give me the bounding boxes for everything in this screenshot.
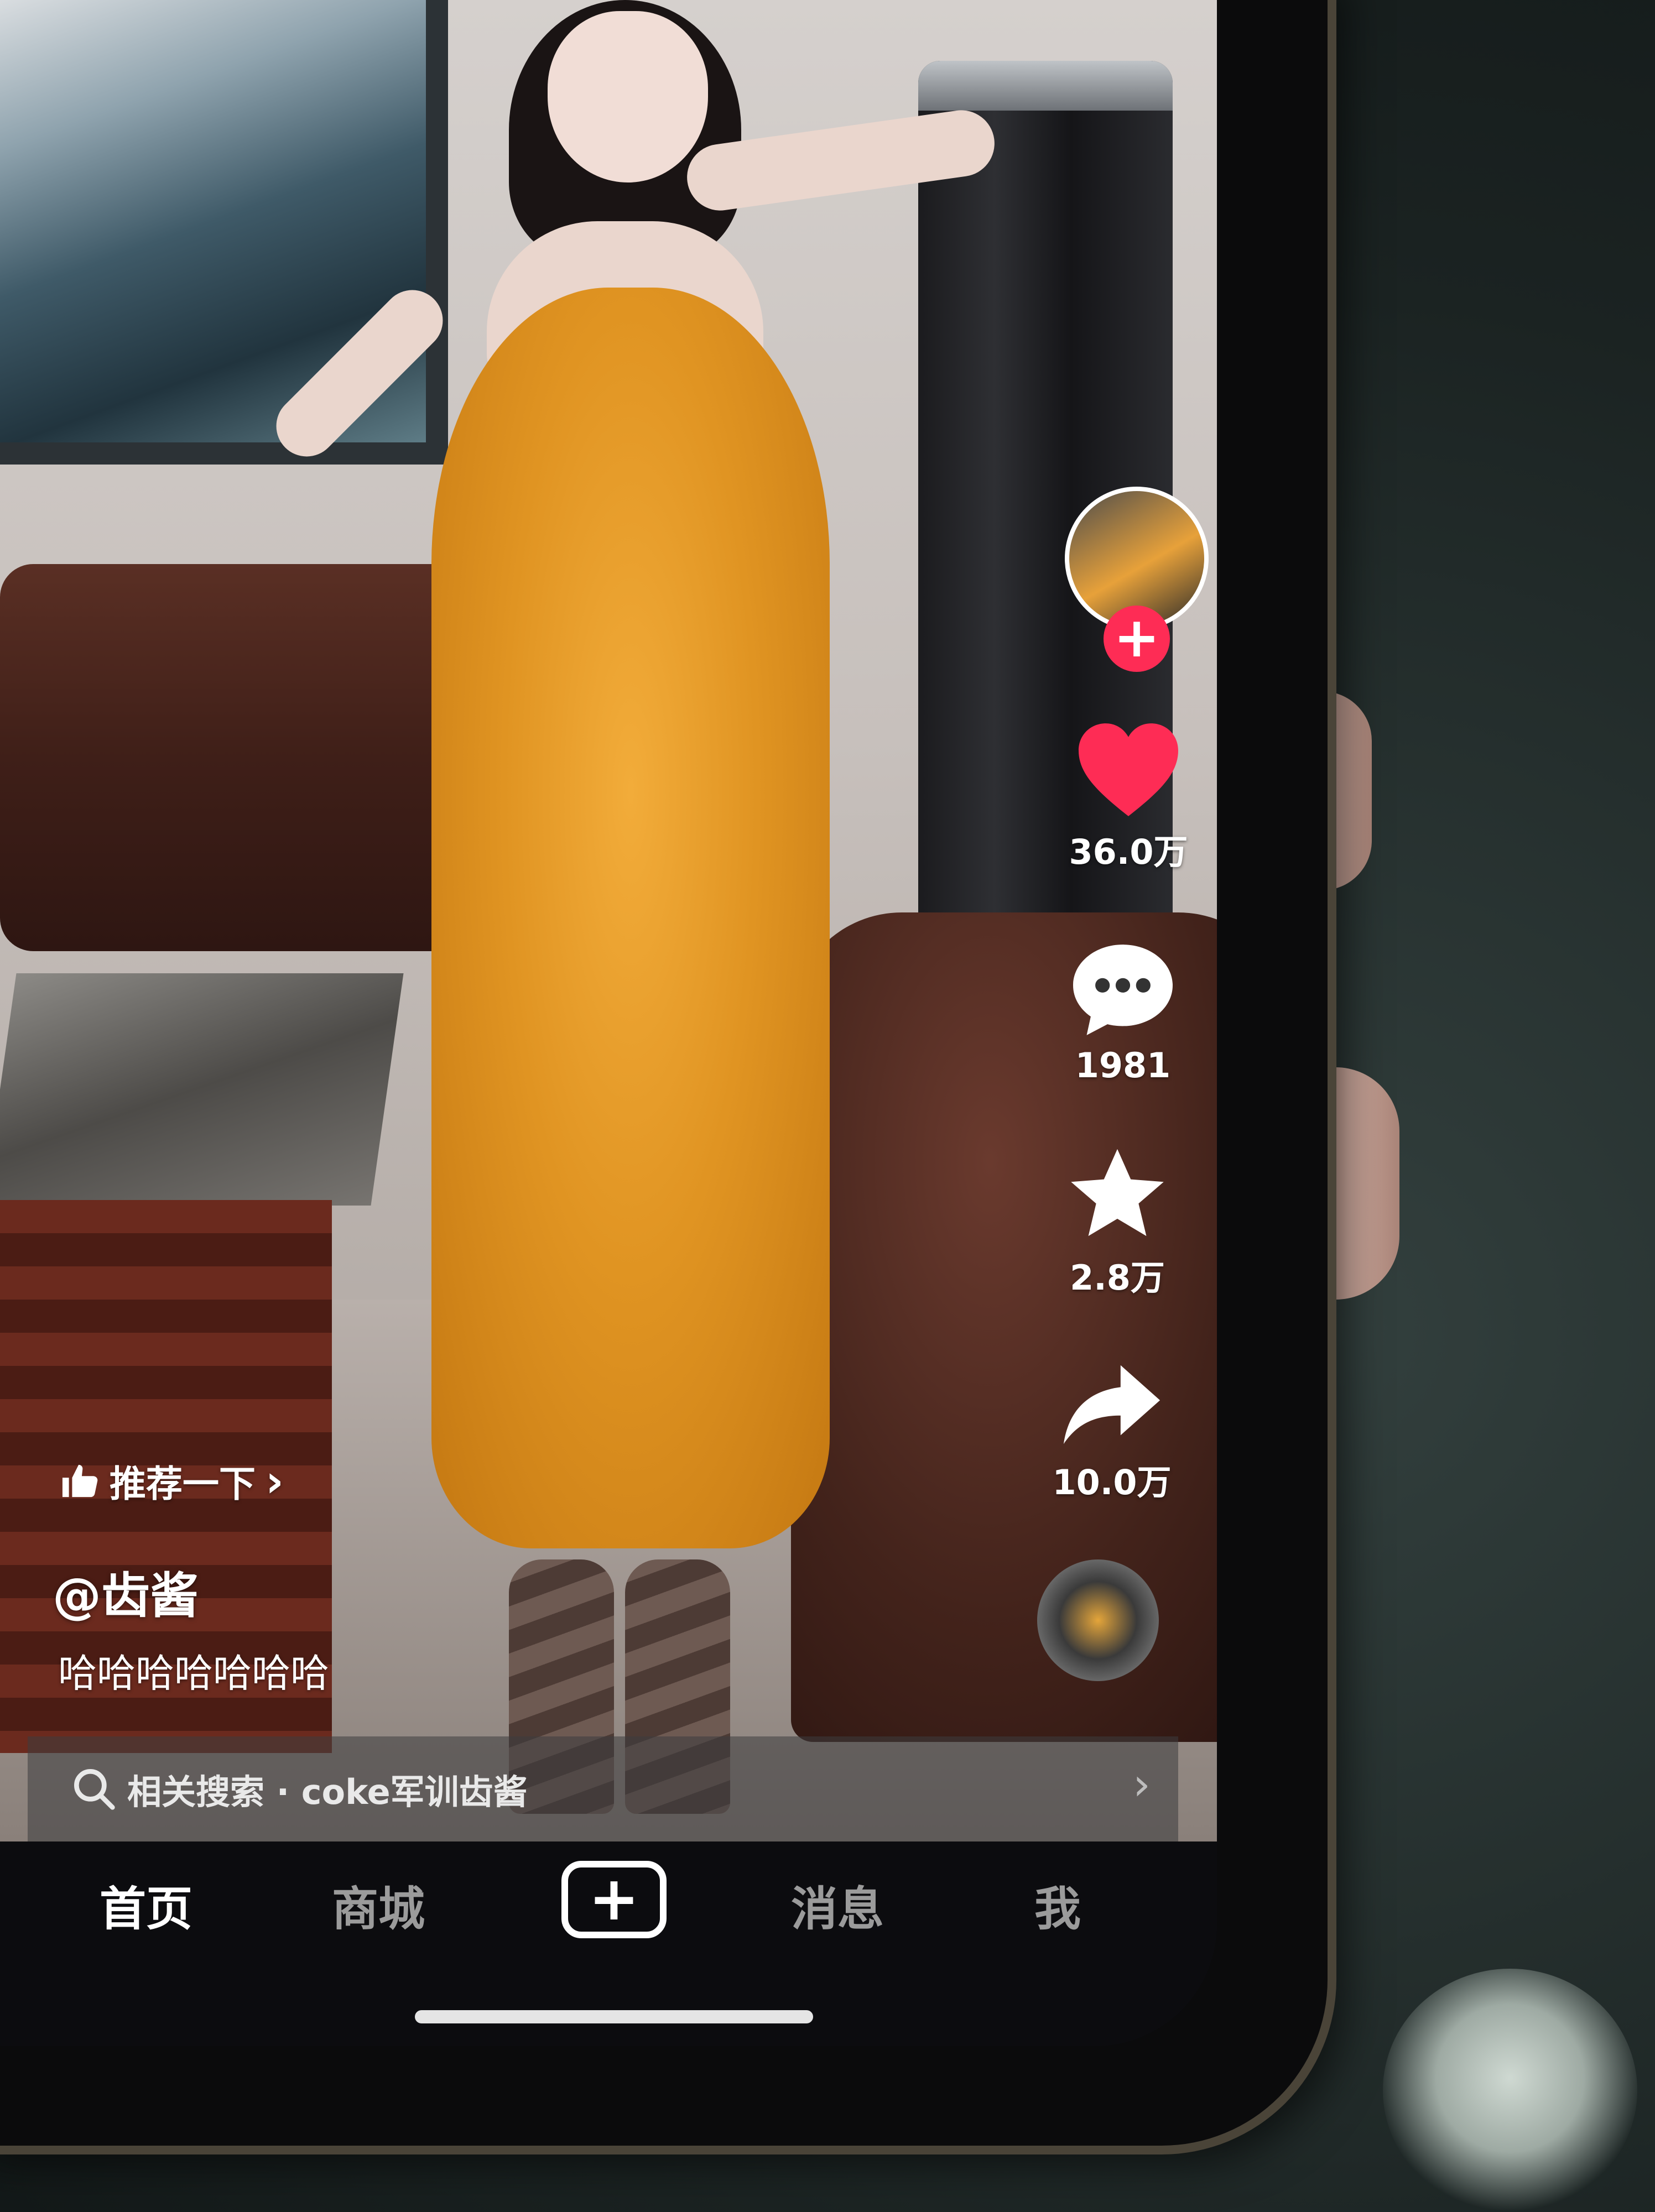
author-handle[interactable]: @齿酱 <box>53 1557 199 1627</box>
related-search-bar[interactable]: 相关搜索 · coke军训齿酱 › <box>28 1736 1178 1841</box>
recommend-chip[interactable]: 推荐一下 › <box>61 1454 284 1507</box>
like-count: 36.0万 <box>1069 832 1188 872</box>
favorite-button[interactable]: 2.8万 <box>1034 1145 1200 1300</box>
recommend-label: 推荐一下 <box>110 1463 256 1505</box>
create-button[interactable]: + <box>561 1861 667 1938</box>
search-icon <box>74 1769 115 1810</box>
tab-mall[interactable]: 商城 <box>332 1872 425 1939</box>
video-tower-top <box>918 61 1173 111</box>
comment-icon <box>1073 945 1173 1035</box>
video-table-top <box>0 973 404 1206</box>
video-person-dress <box>431 288 830 1548</box>
favorite-count: 2.8万 <box>1070 1258 1165 1298</box>
creator-avatar[interactable]: + <box>1065 487 1209 672</box>
background-object <box>1383 1969 1637 2212</box>
music-disc-button[interactable] <box>1037 1559 1159 1681</box>
follow-button[interactable]: + <box>1104 606 1170 672</box>
tab-home[interactable]: 首页 <box>100 1872 192 1939</box>
video-person-face <box>548 11 708 182</box>
star-icon <box>1071 1149 1164 1237</box>
comment-button[interactable]: 1981 <box>1040 940 1206 1086</box>
video-caption: 哈哈哈哈哈哈哈 <box>58 1651 329 1696</box>
tab-me[interactable]: 我 <box>1034 1872 1081 1939</box>
like-button[interactable]: 36.0万 <box>1045 719 1211 874</box>
thumbs-up-icon <box>62 1464 98 1498</box>
phone-screen: + 36.0万 1981 2.8万 10.0万 推荐一下 › @齿酱 哈哈哈哈哈… <box>0 0 1217 2046</box>
share-count: 10.0万 <box>1052 1462 1172 1503</box>
heart-icon <box>1079 723 1178 816</box>
tab-messages[interactable]: 消息 <box>791 1872 884 1939</box>
share-button[interactable]: 10.0万 <box>1029 1360 1195 1504</box>
home-indicator[interactable] <box>415 2010 813 2023</box>
comment-count: 1981 <box>1075 1045 1171 1086</box>
video-sofa-left <box>0 564 498 951</box>
phone-body: + 36.0万 1981 2.8万 10.0万 推荐一下 › @齿酱 哈哈哈哈哈… <box>0 0 1328 2146</box>
share-icon <box>1063 1365 1160 1444</box>
related-search-label: 相关搜索 · coke军训齿酱 <box>127 1772 528 1812</box>
chevron-right-icon: › <box>266 1455 284 1507</box>
chevron-right-icon: › <box>1133 1759 1151 1810</box>
